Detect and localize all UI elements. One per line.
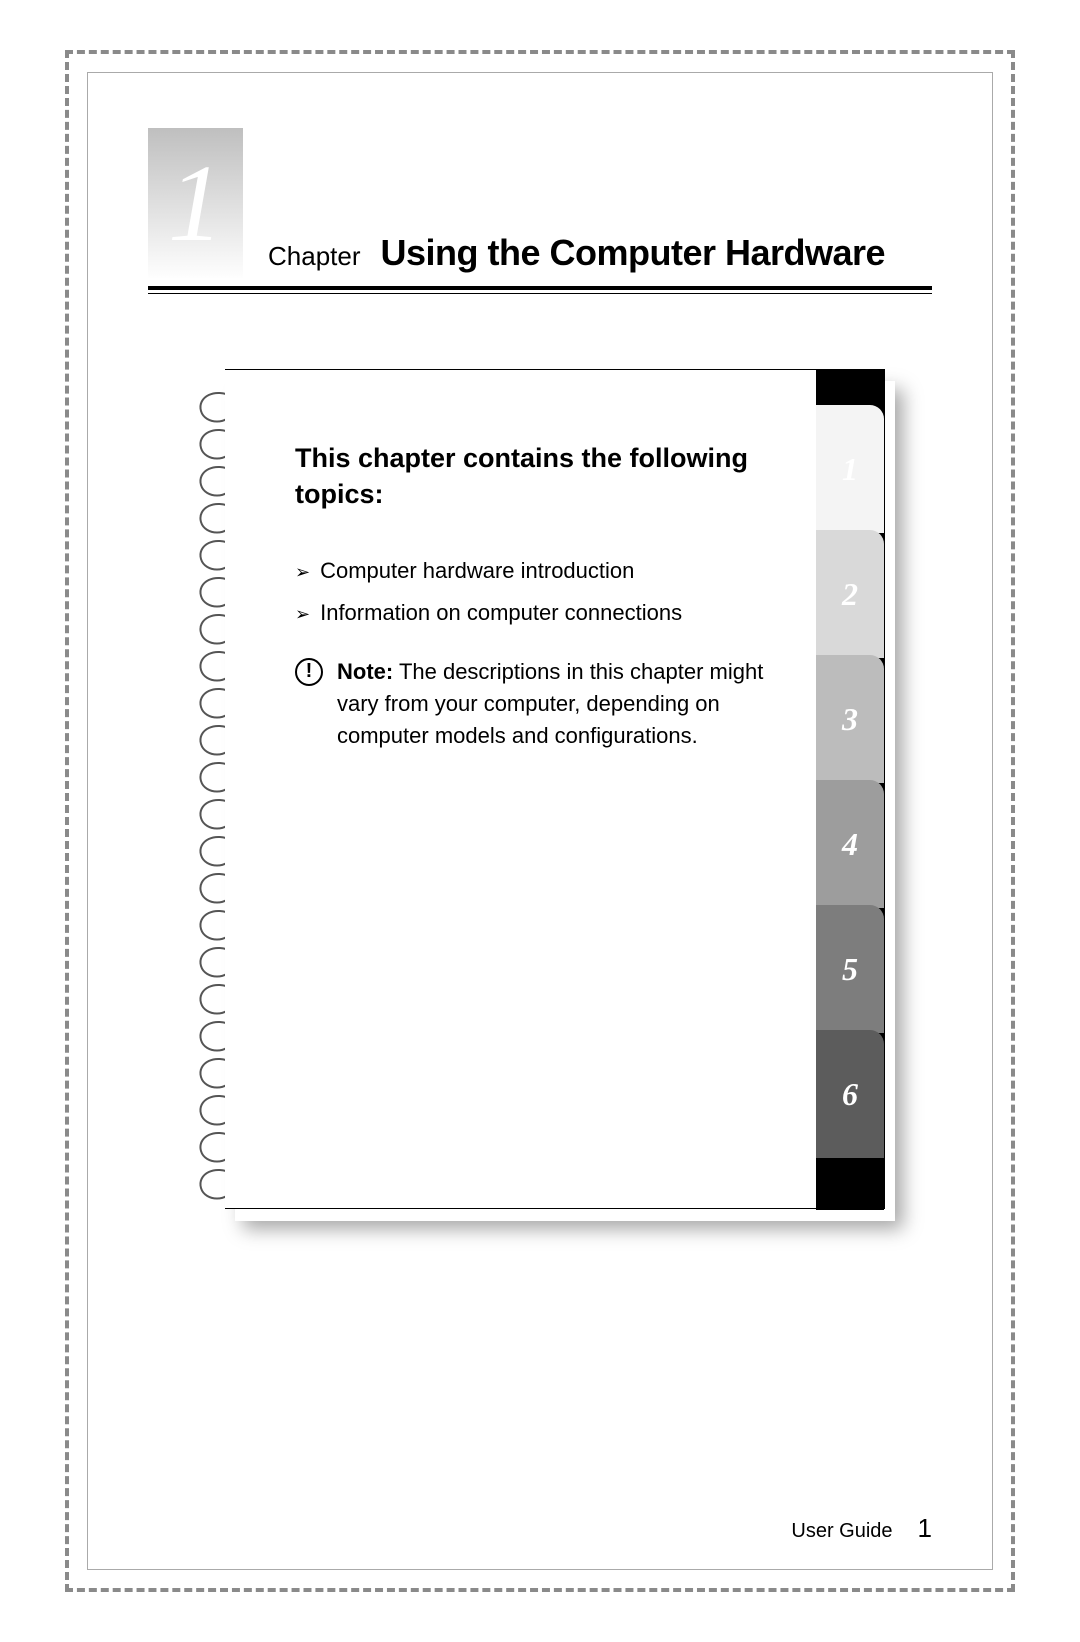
tab-label: 5 (842, 951, 858, 988)
chapter-header: 1 Chapter Using the Computer Hardware (148, 128, 932, 278)
note-body: The descriptions in this chapter might v… (337, 659, 763, 748)
topic-item: ➢ Information on computer connections (295, 600, 774, 628)
note-block: ! Note: The descriptions in this chapter… (295, 656, 774, 752)
notebook-page: 1 2 3 4 5 6 This chapter contains the fo… (225, 369, 885, 1209)
page-content: 1 Chapter Using the Computer Hardware (87, 72, 993, 1570)
note-alert-icon: ! (295, 658, 323, 686)
topics-heading: This chapter contains the following topi… (295, 440, 774, 513)
tab-label: 3 (842, 701, 858, 738)
footer-label: User Guide (791, 1520, 892, 1543)
chapter-title: Using the Computer Hardware (381, 232, 886, 274)
document-page: 1 Chapter Using the Computer Hardware (0, 0, 1080, 1642)
topic-item: ➢ Computer hardware introduction (295, 558, 774, 586)
topic-text: Computer hardware introduction (320, 558, 634, 586)
chapter-tab-5: 5 (816, 905, 884, 1033)
page-footer: User Guide 1 (791, 1513, 932, 1544)
page-number: 1 (918, 1513, 932, 1544)
chapter-tab-6: 6 (816, 1030, 884, 1158)
topic-text: Information on computer connections (320, 600, 682, 628)
chapter-tab-3: 3 (816, 655, 884, 783)
arrow-bullet-icon: ➢ (295, 600, 310, 628)
divider-thin (148, 293, 932, 294)
divider-thick (148, 286, 932, 290)
tab-label: 1 (842, 451, 858, 488)
chapter-number-box: 1 (148, 128, 243, 278)
arrow-bullet-icon: ➢ (295, 558, 310, 586)
tab-label: 4 (842, 826, 858, 863)
chapter-tab-1: 1 (816, 405, 884, 533)
chapter-tab-2: 2 (816, 530, 884, 658)
chapter-label: Chapter (268, 241, 361, 272)
chapter-number: 1 (168, 148, 223, 258)
chapter-tab-4: 4 (816, 780, 884, 908)
note-text: Note: The descriptions in this chapter m… (337, 656, 774, 752)
page-border: 1 Chapter Using the Computer Hardware (65, 50, 1015, 1592)
chapter-tabs: 1 2 3 4 5 6 (816, 405, 884, 1158)
chapter-title-row: Chapter Using the Computer Hardware (268, 232, 885, 278)
notebook: 1 2 3 4 5 6 This chapter contains the fo… (203, 369, 893, 1219)
tab-label: 2 (842, 576, 858, 613)
note-label: Note: (337, 659, 393, 684)
tab-label: 6 (842, 1076, 858, 1113)
